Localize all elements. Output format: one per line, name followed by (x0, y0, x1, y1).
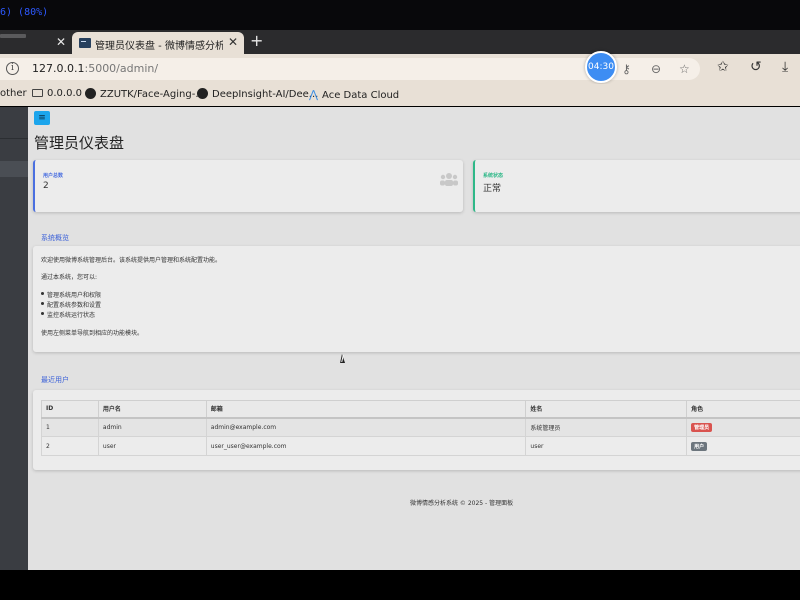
cell-email: admin@example.com (205, 417, 527, 437)
bookmark-ace-data-cloud[interactable]: ⋀ Ace Data Cloud (309, 88, 399, 101)
stat-label: 系统状态 (483, 173, 504, 179)
cell-name: user (525, 436, 688, 456)
overview-card: 欢迎使用微博系统管理后台。该系统提供用户管理和系统配置功能。 通过本系统，您可以… (33, 246, 800, 352)
section-title: 系统概览 (41, 234, 69, 242)
stat-card-users: 用户总数 2 (33, 160, 463, 212)
site-info-icon[interactable]: i (6, 62, 19, 75)
address-bar-row: i 127.0.0.1:5000/admin/ ⚷ ⊖ ☆ 04:30 ✩ ↺ … (0, 51, 800, 84)
overview-lead: 通过本系统，您可以: (41, 274, 98, 281)
menu-toggle-button[interactable]: ≡ (34, 111, 50, 125)
column-header-name: 姓名 (525, 400, 688, 419)
overview-intro: 欢迎使用微博系统管理后台。该系统提供用户管理和系统配置功能。 (41, 257, 222, 264)
bookmark-folder[interactable]: 0.0.0.0 (32, 88, 82, 99)
page-footer: 微博情感分析系统 © 2025 - 管理面板 (410, 500, 514, 507)
column-header-username: 用户名 (97, 400, 207, 419)
history-icon[interactable]: ↺ (750, 59, 762, 75)
cell-role: 用户 (686, 436, 800, 456)
stat-value: 2 (43, 181, 49, 191)
stat-card-system-status: 系统状态 正常 (473, 160, 800, 212)
table-header-row: ID 用户名 邮箱 姓名 角色 (41, 400, 800, 419)
url-text[interactable]: 127.0.0.1:5000/admin/ (32, 62, 158, 75)
cell-name: 系统管理员 (525, 417, 688, 437)
table-row: 1 admin admin@example.com 系统管理员 管理员 (41, 417, 800, 437)
recording-timer-badge: 04:30 (585, 51, 617, 83)
browser-tab-active[interactable]: 管理员仪表盘 - 微博情感分析系统 ✕ (72, 32, 244, 54)
browser-tab-bar: ✕ 管理员仪表盘 - 微博情感分析系统 ✕ + (0, 30, 800, 54)
cell-id: 1 (41, 417, 99, 437)
folder-icon (32, 89, 43, 97)
list-item: 配置系统参数和设置 (40, 302, 102, 309)
sidebar (0, 107, 28, 570)
close-icon[interactable]: ✕ (56, 35, 66, 49)
bookmark-other[interactable]: other (0, 88, 27, 99)
section-header-recent-users: 最近用户 (33, 369, 800, 387)
section-header-overview: 系统概览 (33, 227, 800, 245)
cell-email: user_user@example.com (205, 436, 527, 456)
bookmark-deepinsight[interactable]: DeepInsight-AI/Dee... (197, 88, 318, 100)
top-strip: 6) (80%) (0, 0, 800, 30)
column-header-id: ID (41, 400, 99, 419)
users-icon (440, 173, 458, 186)
bookmark-face-aging[interactable]: ZZUTK/Face-Aging-... (85, 88, 205, 100)
screen: 6) (80%) ✕ 管理员仪表盘 - 微博情感分析系统 ✕ + i 127.0… (0, 0, 800, 600)
bottom-strip (0, 570, 800, 600)
role-badge: 管理员 (691, 422, 713, 432)
bookmark-star-icon[interactable]: ☆ (679, 62, 690, 76)
sidebar-divider (0, 138, 28, 139)
bookmarks-bar: other 0.0.0.0 ZZUTK/Face-Aging-... DeepI… (0, 84, 800, 106)
page-favicon-icon (79, 38, 91, 48)
table-row: 2 user user_user@example.com user 用户 (41, 436, 800, 456)
tab-title: 管理员仪表盘 - 微博情感分析系统 (95, 41, 223, 52)
github-icon (197, 88, 208, 99)
users-table: ID 用户名 邮箱 姓名 角色 1 admin admin@example.co… (41, 400, 800, 456)
list-item: 管理系统用户和权限 (40, 292, 102, 299)
zoom-out-icon[interactable]: ⊖ (651, 62, 661, 76)
mouse-cursor-icon (340, 354, 347, 363)
list-item: 监控系统运行状态 (40, 312, 96, 319)
cell-id: 2 (41, 436, 99, 456)
tab-grip (0, 34, 26, 38)
browser-tab-previous[interactable]: ✕ (0, 32, 70, 54)
overview-outro: 使用左侧菜单导航到相应的功能模块。 (41, 330, 144, 337)
download-icon[interactable]: ⤓ (782, 59, 788, 75)
cell-username: admin (97, 417, 207, 437)
column-header-email: 邮箱 (205, 400, 527, 419)
cell-username: user (97, 436, 207, 456)
key-icon[interactable]: ⚷ (622, 62, 631, 76)
cell-role: 管理员 (686, 417, 800, 437)
favorites-icon[interactable]: ✩ (717, 59, 729, 75)
section-title: 最近用户 (41, 376, 69, 384)
web-page: ≡ 管理员仪表盘 用户总数 2 系统状态 正常 系统概览 欢迎使用微博系统管理后… (0, 107, 800, 570)
close-icon[interactable]: ✕ (228, 35, 238, 49)
stat-label: 用户总数 (43, 173, 64, 179)
new-tab-button[interactable]: + (250, 31, 263, 50)
stat-value: 正常 (483, 184, 502, 194)
zoom-readout: 6) (80%) (0, 7, 49, 18)
recent-users-card: ID 用户名 邮箱 姓名 角色 1 admin admin@example.co… (33, 390, 800, 470)
role-badge: 用户 (691, 441, 708, 451)
sidebar-item-active[interactable] (0, 161, 28, 177)
ace-icon: ⋀ (309, 88, 319, 101)
column-header-role: 角色 (686, 400, 800, 419)
page-title: 管理员仪表盘 (34, 134, 125, 152)
github-icon (85, 88, 96, 99)
